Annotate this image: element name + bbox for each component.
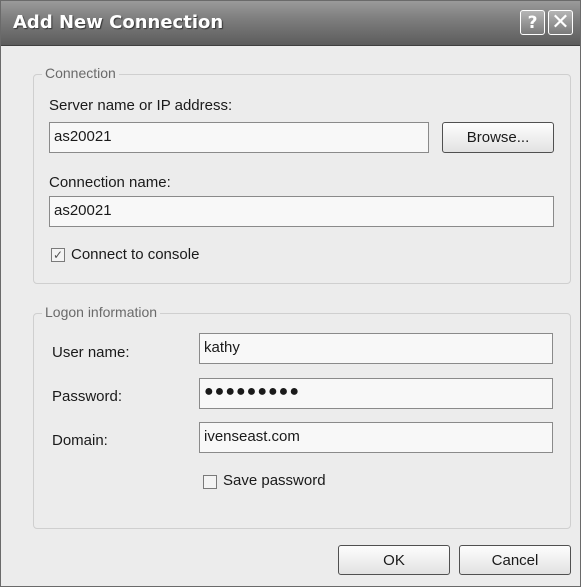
title-bar[interactable]: Add New Connection ? ✕ bbox=[1, 1, 580, 46]
domain-label: Domain: bbox=[52, 432, 108, 449]
browse-button[interactable]: Browse... bbox=[442, 122, 554, 153]
domain-field[interactable]: ivenseast.com bbox=[199, 422, 553, 453]
user-name-field[interactable]: kathy bbox=[199, 333, 553, 364]
connection-name-label: Connection name: bbox=[49, 174, 171, 191]
connect-to-console-label[interactable]: Connect to console bbox=[71, 246, 199, 263]
save-password-label[interactable]: Save password bbox=[223, 472, 326, 489]
cancel-button[interactable]: Cancel bbox=[459, 545, 571, 575]
connection-name-field[interactable]: as20021 bbox=[49, 196, 554, 227]
dialog-title: Add New Connection bbox=[13, 12, 224, 33]
close-icon[interactable]: ✕ bbox=[548, 10, 573, 35]
connection-group-legend: Connection bbox=[42, 65, 119, 81]
help-icon[interactable]: ? bbox=[520, 10, 545, 35]
save-password-checkbox[interactable] bbox=[203, 475, 217, 489]
server-name-field[interactable]: as20021 bbox=[49, 122, 429, 153]
user-name-label: User name: bbox=[52, 344, 130, 361]
password-label: Password: bbox=[52, 388, 123, 405]
connect-to-console-checkbox[interactable]: ✓ bbox=[51, 248, 65, 262]
ok-button[interactable]: OK bbox=[338, 545, 450, 575]
password-field[interactable]: ●●●●●●●●● bbox=[199, 378, 553, 409]
add-new-connection-dialog: Add New Connection ? ✕ Connection Server… bbox=[0, 0, 581, 587]
server-name-label: Server name or IP address: bbox=[49, 97, 233, 114]
logon-group-legend: Logon information bbox=[42, 304, 161, 320]
